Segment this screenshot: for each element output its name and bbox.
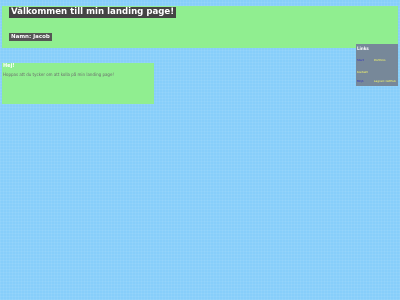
name-label: Namn: Jacob [9,33,52,41]
links-title: Links [357,46,369,51]
greeting-heading: Hej! [3,63,15,69]
links-panel: Links Start Portfolio Kontakt Miljö Lagr… [356,44,398,86]
link-item-start[interactable]: Start [357,58,364,63]
link-item-kontakt[interactable]: Kontakt [357,70,368,75]
link-item-miljo-value: Lagrad i GitHub [374,79,396,83]
header-panel: Välkommen till min landing page! Namn: J… [2,6,398,48]
page-title: Välkommen till min landing page! [9,7,177,18]
link-item-start-value: Portfolio [374,58,386,62]
welcome-text: Hoppas att du tycker om att kolla på min… [3,72,115,77]
content-panel: Hej! Hoppas att du tycker om att kolla p… [2,63,154,104]
link-item-miljo[interactable]: Miljö [357,79,363,84]
